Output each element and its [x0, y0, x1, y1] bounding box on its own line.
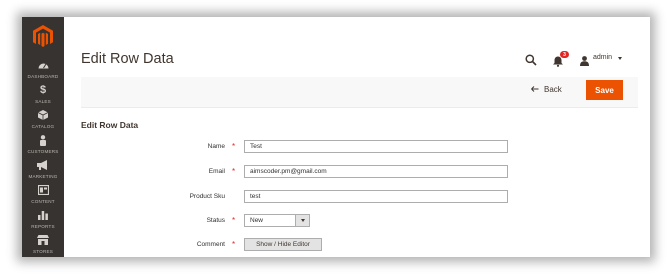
sidebar-item-stores[interactable]: STORES: [22, 233, 64, 254]
sidebar-item-reports[interactable]: REPORTS: [22, 208, 64, 229]
search-icon[interactable]: [525, 53, 537, 66]
product-sku-field[interactable]: test: [244, 190, 508, 203]
comment-label: Comment: [196, 241, 225, 248]
back-button[interactable]: Back: [531, 85, 562, 94]
name-label: Name: [207, 143, 225, 150]
email-label: Email: [208, 168, 225, 175]
email-field[interactable]: aimscoder.pm@gmail.com: [244, 165, 508, 178]
sidebar-item-sales[interactable]: $ SALES: [22, 83, 64, 104]
required-marker: *: [232, 240, 236, 249]
store-icon: [37, 233, 49, 247]
admin-window: DASHBOARD $ SALES CATALOG CUSTOMERS MARK…: [22, 17, 650, 257]
notification-count-badge: 3: [560, 51, 569, 58]
page-actions-bar: Back Save: [81, 77, 638, 108]
status-select-value: New: [250, 217, 264, 224]
chevron-down-icon[interactable]: [295, 215, 309, 226]
save-button[interactable]: Save: [586, 80, 623, 100]
show-hide-editor-button[interactable]: Show / Hide Editor: [244, 238, 322, 251]
megaphone-icon: [37, 158, 49, 172]
sidebar-item-label: STORES: [32, 249, 53, 254]
sidebar-item-label: SALES: [35, 99, 51, 104]
cube-icon: [38, 108, 48, 122]
sidebar-item-catalog[interactable]: CATALOG: [22, 108, 64, 129]
sidebar-item-label: MARKETING: [28, 174, 58, 179]
magento-logo-icon[interactable]: [30, 22, 56, 50]
dashboard-icon: [38, 58, 49, 72]
required-marker: *: [232, 142, 236, 151]
sidebar-item-customers[interactable]: CUSTOMERS: [22, 133, 64, 154]
sidebar-item-dashboard[interactable]: DASHBOARD: [22, 58, 64, 79]
page-title: Edit Row Data: [81, 51, 174, 67]
person-icon: [39, 133, 47, 147]
chevron-down-icon[interactable]: [618, 57, 622, 60]
status-row: Status * New: [81, 214, 581, 230]
form-section-title: Edit Row Data: [81, 120, 139, 130]
required-marker: *: [232, 216, 236, 225]
bar-chart-icon: [38, 208, 48, 222]
sidebar-item-label: DASHBOARD: [27, 74, 59, 79]
back-button-label: Back: [544, 85, 562, 94]
status-label: Status: [206, 217, 225, 224]
user-menu-label[interactable]: admin: [593, 54, 612, 61]
status-select[interactable]: New: [244, 214, 310, 227]
arrow-left-icon: [531, 85, 539, 94]
product-sku-label: Product Sku: [189, 193, 225, 200]
name-field[interactable]: Test: [244, 140, 508, 153]
dollar-icon: $: [39, 84, 47, 96]
comment-row: Comment * Show / Hide Editor: [81, 238, 581, 254]
email-row: Email * aimscoder.pm@gmail.com: [81, 165, 581, 181]
sidebar-item-content[interactable]: CONTENT: [22, 183, 64, 204]
sidebar-item-label: CONTENT: [31, 199, 55, 204]
layout-icon: [37, 183, 49, 197]
admin-sidebar: DASHBOARD $ SALES CATALOG CUSTOMERS MARK…: [22, 17, 64, 257]
user-icon[interactable]: [580, 53, 589, 66]
sidebar-item-label: REPORTS: [31, 224, 55, 229]
required-marker: *: [232, 167, 236, 176]
product-sku-row: Product Sku test: [81, 190, 581, 206]
sidebar-item-label: CATALOG: [31, 124, 55, 129]
sidebar-item-label: CUSTOMERS: [27, 149, 59, 154]
sidebar-item-marketing[interactable]: MARKETING: [22, 158, 64, 179]
name-row: Name * Test: [81, 140, 581, 156]
